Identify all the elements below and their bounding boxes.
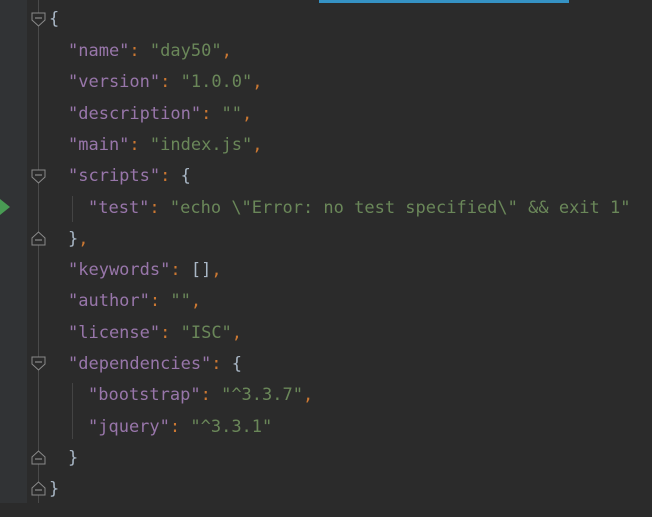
comma: ,	[252, 135, 263, 155]
close-brace: }	[49, 479, 60, 499]
code-line: "main": "index.js",	[0, 130, 652, 161]
open-brace: {	[231, 354, 243, 374]
json-key-license: "license"	[68, 323, 161, 343]
colon: :	[170, 260, 191, 280]
colon: :	[211, 354, 232, 374]
json-value-description: ""	[221, 104, 243, 124]
code-line: "name": "day50",	[0, 36, 652, 67]
colon: :	[129, 135, 150, 155]
colon: :	[201, 104, 222, 124]
json-key-test: "test"	[88, 198, 150, 218]
scroll-position-indicator	[319, 0, 569, 3]
json-value-bootstrap: "^3.3.7"	[221, 385, 303, 405]
comma: ,	[78, 229, 89, 249]
json-key-main: "main"	[68, 135, 130, 155]
code-line: }	[0, 443, 652, 474]
comma: ,	[231, 323, 243, 343]
json-key-author: "author"	[68, 291, 150, 311]
colon: :	[200, 385, 222, 405]
close-brace: }	[68, 448, 79, 468]
code-line: }	[0, 474, 652, 505]
comma: ,	[302, 385, 314, 405]
open-brace: {	[180, 166, 191, 186]
json-value-name: "day50"	[149, 41, 222, 61]
code-line: "dependencies": {	[0, 349, 652, 380]
code-line: "jquery": "^3.3.1"	[0, 412, 652, 443]
json-key-scripts: "scripts"	[68, 166, 161, 186]
json-value-version: "1.0.0"	[180, 72, 253, 92]
json-key-version: "version"	[68, 72, 161, 92]
code-line: "version": "1.0.0",	[0, 67, 652, 98]
json-value-main: "index.js"	[149, 135, 253, 155]
comma: ,	[252, 72, 263, 92]
json-value-author: ""	[170, 291, 191, 311]
code-line: {	[0, 4, 652, 35]
json-value-test: "echo \"Error: no test specified\" && ex…	[169, 198, 631, 218]
code-line: "test": "echo \"Error: no test specified…	[0, 193, 652, 224]
close-brace: }	[68, 229, 79, 249]
code-editor[interactable]: { "name": "day50", "version": "1.0.0", "…	[0, 0, 652, 517]
colon: :	[149, 291, 171, 311]
empty-array: []	[190, 260, 212, 280]
json-value-license: "ISC"	[180, 323, 232, 343]
code-line: "bootstrap": "^3.3.7",	[0, 380, 652, 411]
colon: :	[160, 166, 181, 186]
colon: :	[169, 417, 191, 437]
open-brace: {	[49, 9, 60, 29]
code-line: "description": "",	[0, 99, 652, 130]
code-line: },	[0, 224, 652, 255]
comma: ,	[221, 41, 232, 61]
code-line: "scripts": {	[0, 161, 652, 192]
json-key-bootstrap: "bootstrap"	[88, 385, 201, 405]
colon: :	[160, 323, 181, 343]
json-key-keywords: "keywords"	[68, 260, 171, 280]
colon: :	[160, 72, 181, 92]
json-value-jquery: "^3.3.1"	[190, 417, 273, 437]
editor-bottom-strip	[0, 503, 652, 517]
comma: ,	[190, 291, 202, 311]
comma: ,	[211, 260, 222, 280]
json-key-jquery: "jquery"	[88, 417, 170, 437]
colon: :	[149, 198, 170, 218]
json-key-description: "description"	[68, 104, 202, 124]
comma: ,	[242, 104, 253, 124]
json-key-name: "name"	[68, 41, 130, 61]
colon: :	[129, 41, 150, 61]
code-line: "author": "",	[0, 286, 652, 317]
json-key-dependencies: "dependencies"	[68, 354, 212, 374]
code-line: "license": "ISC",	[0, 318, 652, 349]
code-line: "keywords": [],	[0, 255, 652, 286]
